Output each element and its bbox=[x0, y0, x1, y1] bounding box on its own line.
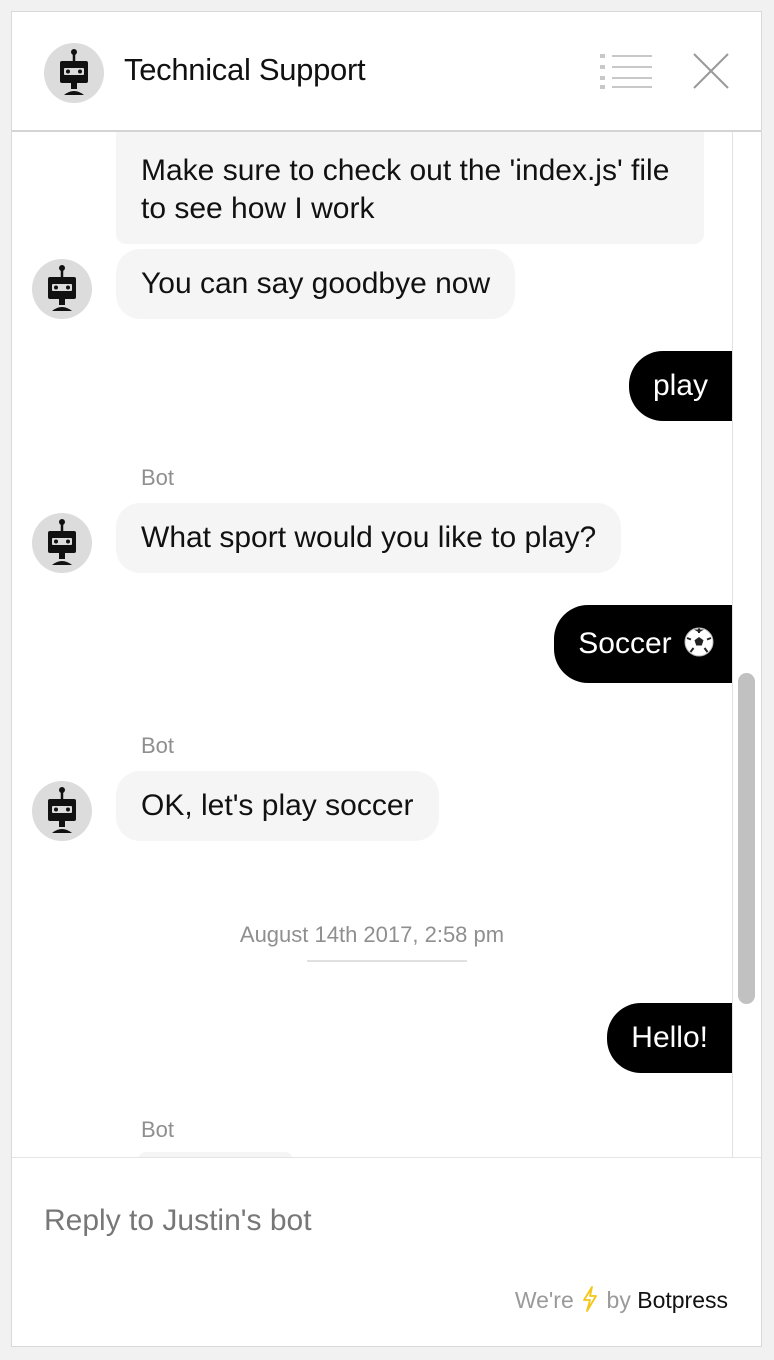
brand-link[interactable]: Botpress bbox=[637, 1287, 728, 1313]
soccer-ball-icon bbox=[684, 627, 714, 657]
bot-message: You can say goodbye now bbox=[116, 249, 516, 319]
message-text: Hello! bbox=[631, 1021, 708, 1054]
scrollbar-thumb[interactable] bbox=[738, 673, 755, 1004]
bot-message: OK, let's play soccer bbox=[116, 771, 439, 841]
lightning-bolt-icon bbox=[583, 1286, 598, 1312]
robot-icon bbox=[32, 513, 92, 573]
sender-label: Bot bbox=[141, 1117, 175, 1142]
chat-window: Technical Support Make sure to check out… bbox=[11, 11, 762, 1347]
bot-message: Make sure to check out the 'index.js' fi… bbox=[116, 132, 704, 244]
powered-by[interactable]: We're by Botpress bbox=[515, 1286, 728, 1314]
chat-title: Technical Support bbox=[124, 52, 366, 87]
message-list[interactable]: Make sure to check out the 'index.js' fi… bbox=[12, 132, 732, 1157]
message-text: play bbox=[652, 369, 708, 402]
sender-label: Bot bbox=[141, 465, 175, 490]
user-message: play bbox=[628, 351, 732, 421]
message-text: OK, let's play soccer bbox=[141, 789, 414, 822]
robot-icon bbox=[32, 781, 92, 841]
chat-header: Technical Support bbox=[12, 12, 761, 132]
robot-icon bbox=[32, 259, 92, 319]
composer: We're by Botpress bbox=[12, 1157, 761, 1346]
close-icon[interactable] bbox=[692, 52, 730, 90]
message-text: Soccer bbox=[578, 627, 672, 660]
user-message: Hello! bbox=[607, 1003, 732, 1073]
robot-icon bbox=[44, 43, 104, 103]
powered-by-text: by bbox=[606, 1287, 631, 1313]
timestamp-divider bbox=[307, 960, 467, 962]
message-text: What sport would you like to play? bbox=[141, 521, 597, 554]
powered-prefix: We're bbox=[514, 1287, 574, 1313]
message-text: You can say goodbye now bbox=[141, 267, 491, 300]
reply-input[interactable] bbox=[44, 1196, 724, 1246]
bot-message: What sport would you like to play? bbox=[116, 503, 622, 573]
list-icon[interactable] bbox=[600, 52, 652, 90]
message-timestamp: August 14th 2017, 2:58 pm bbox=[239, 922, 505, 947]
sender-label: Bot bbox=[141, 733, 175, 758]
message-text: Make sure to check out the 'index.js' fi… bbox=[141, 154, 670, 225]
user-message: Soccer bbox=[554, 605, 732, 683]
